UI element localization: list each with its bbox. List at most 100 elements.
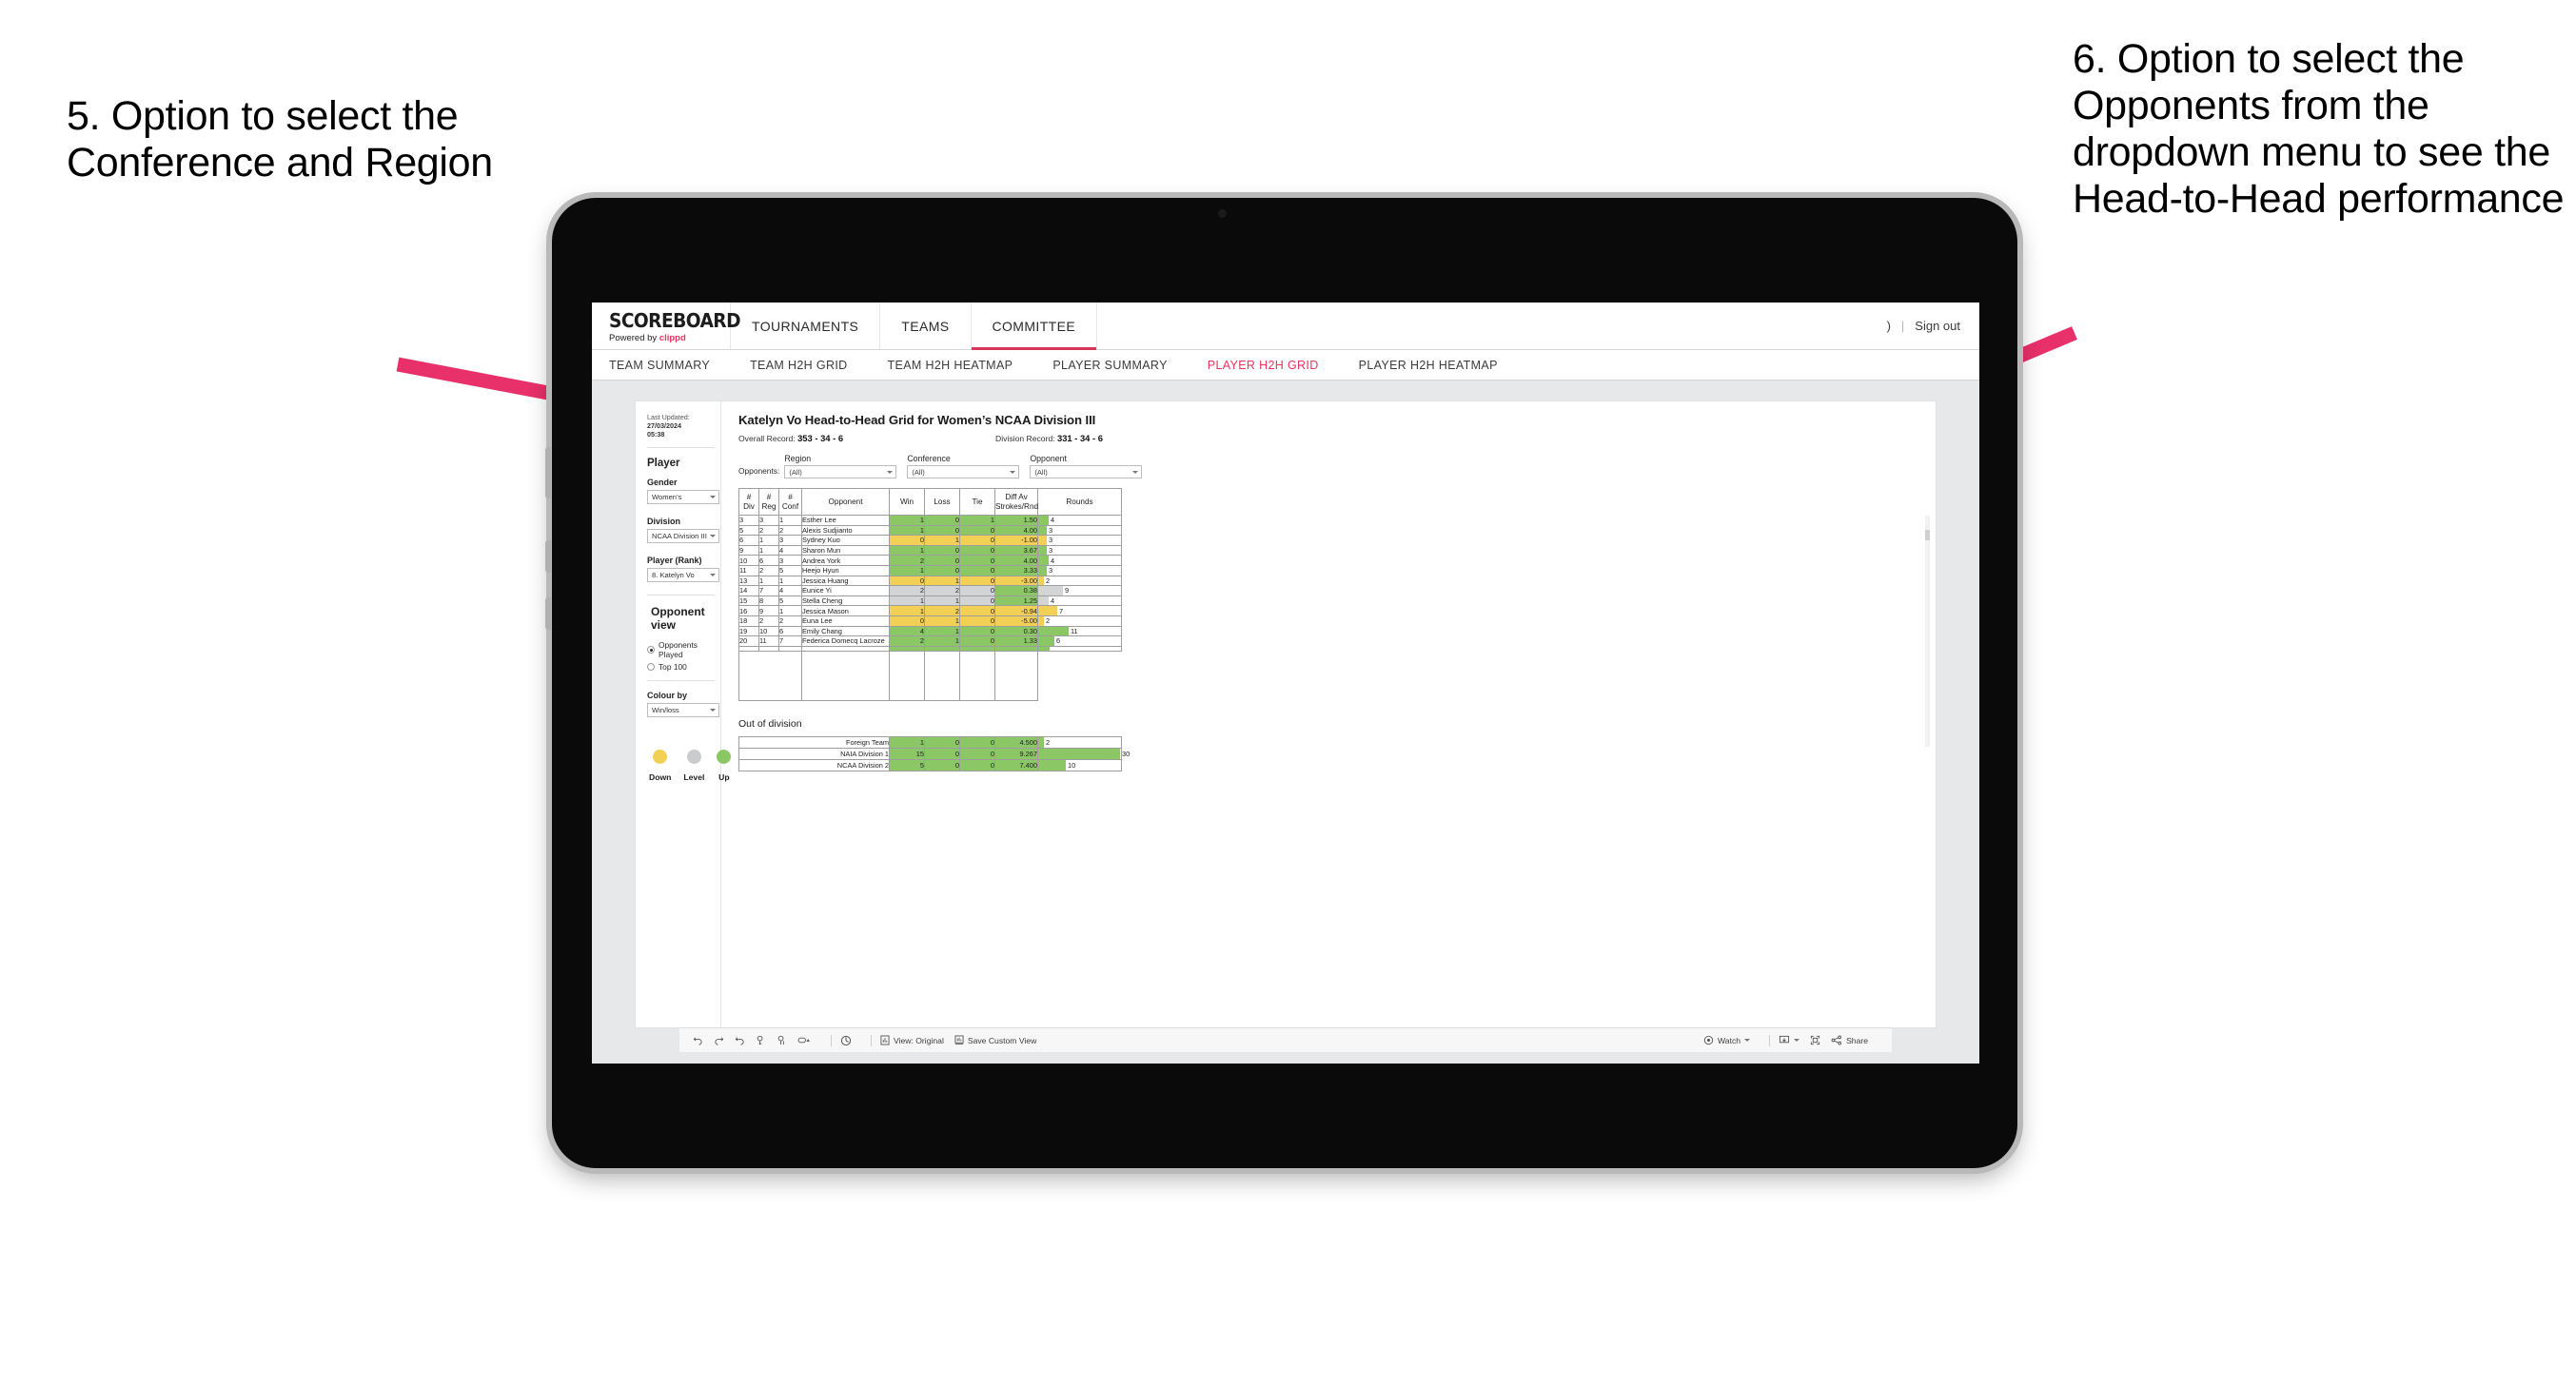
- volume-down-button[interactable]: [545, 597, 551, 630]
- table-row[interactable]: 16 9 1 Jessica Mason 1 2 0 -0.94 7: [738, 605, 1122, 616]
- column-header-reg[interactable]: # Reg: [758, 488, 779, 516]
- conference-select[interactable]: (All): [907, 465, 1020, 478]
- table-row[interactable]: 15 8 5 Stella Cheng 1 1 0 1.25 4: [738, 595, 1122, 607]
- sub-nav-team-summary[interactable]: TEAM SUMMARY: [609, 359, 729, 372]
- cell-diff: 3.67: [994, 544, 1038, 556]
- cell-rank: 5: [738, 524, 759, 537]
- table-row[interactable]: 6 1 3 Sydney Kuo 0 1 0 -1.00 3: [738, 535, 1122, 546]
- highlighter-button[interactable]: [797, 1035, 812, 1045]
- sign-out-link[interactable]: Sign out: [1915, 319, 1960, 333]
- sub-nav-player-summary[interactable]: PLAYER SUMMARY: [1052, 359, 1186, 372]
- h2h-grid-table: # Div # Reg # Conf Opponent Win Loss Tie Diff Av St…: [738, 488, 1122, 701]
- undo-button[interactable]: [693, 1035, 703, 1045]
- table-row[interactable]: 14 7 4 Eunice Yi 2 2 0 0.38 9: [738, 585, 1122, 596]
- table-row[interactable]: 11 2 5 Heejo Hyun 1 0 0 3.33 3: [738, 564, 1122, 576]
- cell-tie: 0: [959, 524, 995, 537]
- cell-rank: 3: [778, 555, 802, 566]
- power-button[interactable]: [545, 447, 551, 498]
- chevron-down-icon: [1010, 470, 1016, 474]
- table-row[interactable]: 19 10 6 Emily Chang 4 1 0 0.30 11: [738, 625, 1122, 637]
- sub-nav-team-h2h-grid[interactable]: TEAM H2H GRID: [750, 359, 866, 372]
- cell-win: 0: [889, 535, 925, 546]
- brand-logo[interactable]: SCOREBOARD Powered by clippd: [592, 303, 741, 349]
- legend-swatch-icon: [686, 750, 701, 764]
- cell-win: 1: [889, 544, 925, 556]
- column-header-rounds[interactable]: Rounds: [1037, 488, 1122, 516]
- redo-button[interactable]: [714, 1035, 724, 1045]
- page-title: Katelyn Vo Head-to-Head Grid for Women’s…: [738, 413, 1096, 427]
- download-button[interactable]: [1779, 1035, 1800, 1045]
- last-updated-value: 27/03/2024: [647, 421, 681, 430]
- cell-tie: 0: [959, 555, 995, 566]
- cell-opponent: Stella Cheng: [801, 595, 890, 607]
- cell-win: 2: [889, 585, 925, 596]
- gender-select[interactable]: Women’s: [647, 490, 719, 504]
- out-of-division-row[interactable]: NCAA Division 2 5 0 0 7.400 10: [738, 758, 1122, 771]
- cell-rank: 6: [778, 625, 802, 637]
- cell-rank: 8: [758, 595, 779, 607]
- rounds-bar-cell: 3: [1037, 564, 1122, 576]
- column-header-diff-av-strokes-rnd[interactable]: Diff Av Strokes/Rnd: [994, 488, 1038, 516]
- cell-opponent: Alexis Sudjianto: [801, 524, 890, 537]
- column-header-div[interactable]: # Div: [738, 488, 759, 516]
- region-select[interactable]: (All): [784, 465, 897, 478]
- sub-nav-player-h2h-grid[interactable]: PLAYER H2H GRID: [1208, 359, 1338, 372]
- out-of-division-row[interactable]: Foreign Team 1 0 0 4.500 2: [738, 735, 1122, 749]
- cell-tie: 0: [959, 535, 995, 546]
- watch-label: Watch: [1718, 1035, 1741, 1045]
- watch-button[interactable]: Watch: [1703, 1035, 1751, 1045]
- column-header-tie[interactable]: Tie: [959, 488, 995, 516]
- sub-nav-bar: TEAM SUMMARY TEAM H2H GRID TEAM H2H HEAT…: [592, 350, 1979, 381]
- table-row[interactable]: 5 2 2 Alexis Sudjianto 1 0 0 4.00 3: [738, 524, 1122, 537]
- toolbar-separator-2: [871, 1034, 872, 1046]
- cell-win: 1: [889, 564, 925, 576]
- column-header-opponent[interactable]: Opponent: [801, 488, 890, 516]
- chevron-down-icon: [1744, 1039, 1751, 1042]
- table-scrollbar-track[interactable]: [1925, 516, 1930, 747]
- colour-by-select[interactable]: Win/loss: [647, 703, 719, 717]
- top-nav-tournaments[interactable]: TOURNAMENTS: [731, 303, 881, 349]
- front-camera-icon: [1218, 209, 1227, 218]
- table-row[interactable]: 18 2 2 Euna Lee 0 1 0 -5.00 2: [738, 615, 1122, 627]
- division-select[interactable]: NCAA Division III: [647, 529, 719, 543]
- table-row[interactable]: 10 6 3 Andrea York 2 0 0 4.00 4: [738, 555, 1122, 566]
- rounds-bar-cell: 11: [1037, 625, 1122, 637]
- fullscreen-button[interactable]: [1810, 1035, 1820, 1045]
- cell-rank: 2: [778, 615, 802, 627]
- save-custom-view-button[interactable]: Save Custom View: [954, 1035, 1036, 1045]
- account-glyph[interactable]: ): [1887, 319, 1891, 333]
- pause-updates-button[interactable]: [777, 1035, 787, 1045]
- table-row[interactable]: 3 3 1 Esther Lee 1 0 1 1.50 4: [738, 515, 1122, 526]
- brand-tagline-prefix: Powered by: [609, 332, 659, 343]
- opponent-select[interactable]: (All): [1030, 465, 1143, 478]
- top-nav-teams[interactable]: TEAMS: [880, 303, 972, 349]
- column-header-conf[interactable]: # Conf: [778, 488, 802, 516]
- revert-button[interactable]: [735, 1035, 745, 1045]
- chevron-down-icon: [887, 470, 894, 474]
- column-header-loss[interactable]: Loss: [924, 488, 960, 516]
- share-button[interactable]: Share: [1831, 1035, 1868, 1045]
- cell-tie: 0: [959, 544, 995, 556]
- pause-button[interactable]: [840, 1035, 852, 1046]
- radio-opponents-played[interactable]: Opponents Played: [647, 640, 720, 659]
- volume-up-button[interactable]: [545, 540, 551, 573]
- player-rank-select[interactable]: 8. Katelyn Vo: [647, 568, 719, 582]
- table-scrollbar-thumb[interactable]: [1925, 530, 1930, 540]
- out-of-division-row[interactable]: NAIA Division 1 15 0 0 9.267 30: [738, 747, 1130, 760]
- view-original-button[interactable]: View: Original: [880, 1035, 944, 1045]
- top-nav-committee[interactable]: COMMITTEE: [971, 303, 1098, 350]
- tablet-device-frame: SCOREBOARD Powered by clippd TOURNAMENTS…: [545, 198, 2017, 1168]
- table-row[interactable]: 9 1 4 Sharon Mun 1 0 0 3.67 3: [738, 544, 1122, 556]
- cell-group-name: Foreign Team: [738, 735, 890, 749]
- sub-nav-player-h2h-heatmap[interactable]: PLAYER H2H HEATMAP: [1359, 359, 1517, 372]
- cell-tie: 0: [959, 635, 995, 647]
- sub-nav-team-h2h-heatmap[interactable]: TEAM H2H HEATMAP: [888, 359, 1032, 372]
- cell-win: 1: [889, 735, 925, 749]
- cell-loss: 0: [924, 524, 960, 537]
- table-row[interactable]: 13 1 1 Jessica Huang 0 1 0 -3.00 2: [738, 575, 1122, 587]
- refresh-data-button[interactable]: [756, 1035, 766, 1045]
- cell-loss: 1: [924, 615, 960, 627]
- radio-top-100[interactable]: Top 100: [647, 662, 720, 672]
- table-row[interactable]: 20 11 7 Federica Domecq Lacroze 2 1 0 1.33 6: [738, 635, 1122, 647]
- column-header-win[interactable]: Win: [889, 488, 925, 516]
